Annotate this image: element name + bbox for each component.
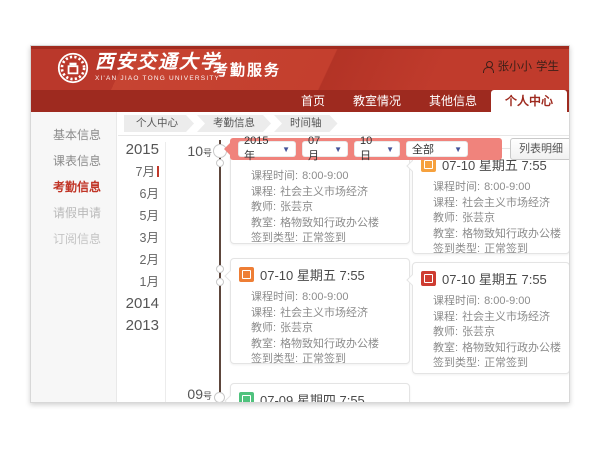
day-select[interactable]: 10日▼ bbox=[354, 141, 400, 157]
attendance-card[interactable]: 07-10 星期五 7:55 课程时间:8:00-9:00 课程:社会主义市场经… bbox=[412, 262, 569, 374]
card-body: 课程时间:8:00-9:00 课程:社会主义市场经济 教师:张芸京 教室:格物致… bbox=[413, 290, 569, 372]
timeline-month-3[interactable]: 3月 bbox=[118, 227, 159, 249]
current-month-tick bbox=[157, 166, 159, 177]
card-body: 课程时间:8:00-9:00 课程:社会主义市场经济 教师:张芸京 教室:格物致… bbox=[231, 286, 409, 368]
chevron-down-icon: ▼ bbox=[454, 145, 462, 154]
attendance-card[interactable]: 07-10 星期五 7:55 课程时间:8:00-9:00 课程:社会主义市场经… bbox=[230, 258, 410, 364]
sidebar-item-basic-info[interactable]: 基本信息 bbox=[31, 122, 116, 148]
timeline-month-2[interactable]: 2月 bbox=[118, 249, 159, 271]
card-title-row: 07-10 星期五 7:55 bbox=[231, 259, 409, 286]
nav-item-other-info[interactable]: 其他信息 bbox=[415, 90, 491, 112]
user-role: 学生 bbox=[536, 58, 559, 74]
nav-item-classrooms[interactable]: 教室情况 bbox=[339, 90, 415, 112]
card-title-row: 07-10 星期五 7:55 bbox=[413, 263, 569, 290]
sidebar-item-attendance-info[interactable]: 考勤信息 bbox=[31, 174, 116, 200]
nav-item-personal-center[interactable]: 个人中心 bbox=[491, 90, 567, 112]
sidebar-item-leave-request[interactable]: 请假申请 bbox=[31, 200, 116, 226]
app-window: 西安交通大学 XI'AN JIAO TONG UNIVERSITY 考勤服务 张… bbox=[30, 45, 570, 403]
attendance-card[interactable]: 07-10 星期五 7:55 课程时间:8:00-9:00 课程:社会主义市场经… bbox=[412, 148, 569, 254]
breadcrumb-timeline[interactable]: 时间轴 bbox=[274, 115, 338, 132]
card-body: 课程时间:8:00-9:00 课程:社会主义市场经济 教师:张芸京 教室:格物致… bbox=[413, 176, 569, 258]
sidebar: 基本信息 课表信息 考勤信息 请假申请 订阅信息 bbox=[31, 112, 117, 402]
attendance-card[interactable]: 07-09 星期四 7:55 bbox=[230, 383, 410, 402]
timeline-node-small-1[interactable] bbox=[216, 159, 224, 167]
sidebar-item-schedule-info[interactable]: 课表信息 bbox=[31, 148, 116, 174]
sidebar-item-subscription-info[interactable]: 订阅信息 bbox=[31, 226, 116, 252]
user-name: 张小小 bbox=[498, 58, 533, 74]
user-icon bbox=[483, 61, 494, 72]
app-header: 西安交通大学 XI'AN JIAO TONG UNIVERSITY 考勤服务 张… bbox=[31, 46, 569, 90]
card-title: 07-10 星期五 7:55 bbox=[442, 269, 547, 288]
header-top-strip bbox=[31, 46, 569, 49]
timeline-node-small-3[interactable] bbox=[216, 278, 224, 286]
chevron-down-icon: ▼ bbox=[334, 145, 342, 154]
timeline-month-5[interactable]: 5月 bbox=[118, 205, 159, 227]
month-select[interactable]: 07月▼ bbox=[302, 141, 348, 157]
year-select[interactable]: 2015年▼ bbox=[238, 141, 296, 157]
checkin-red-icon bbox=[421, 271, 436, 286]
university-name-cn: 西安交通大学 bbox=[95, 52, 221, 74]
day-marker-10: 10号 bbox=[168, 143, 212, 159]
timeline-year-2015[interactable]: 2015 bbox=[118, 139, 159, 161]
timeline-month-1[interactable]: 1月 bbox=[118, 271, 159, 293]
day-marker-09: 09号 bbox=[168, 386, 212, 402]
card-title-row: 07-09 星期四 7:55 bbox=[231, 384, 409, 402]
chevron-down-icon: ▼ bbox=[386, 145, 394, 154]
timeline-view: 2015 7月 6月 5月 3月 2月 1月 2014 2013 10号 bbox=[118, 136, 569, 402]
page: 西安交通大学 XI'AN JIAO TONG UNIVERSITY 考勤服务 张… bbox=[0, 0, 600, 450]
checkin-orange-icon bbox=[239, 267, 254, 282]
list-detail-button[interactable]: 列表明细 bbox=[510, 138, 569, 160]
nav-item-home[interactable]: 首页 bbox=[287, 90, 339, 112]
page-title: 考勤服务 bbox=[213, 59, 281, 80]
date-nav-divider bbox=[165, 142, 166, 402]
breadcrumb-personal-center[interactable]: 个人中心 bbox=[124, 115, 194, 132]
scope-select[interactable]: 全部▼ bbox=[406, 141, 468, 157]
breadcrumb-attendance-info[interactable]: 考勤信息 bbox=[197, 115, 271, 132]
timeline-month-6[interactable]: 6月 bbox=[118, 183, 159, 205]
user-info[interactable]: 张小小 学生 bbox=[483, 58, 560, 74]
timeline-year-2014[interactable]: 2014 bbox=[118, 293, 159, 315]
card-title: 07-09 星期四 7:55 bbox=[260, 390, 365, 402]
timeline-node-small-2[interactable] bbox=[216, 265, 224, 273]
breadcrumb: 个人中心 考勤信息 时间轴 bbox=[118, 112, 569, 136]
university-name-block: 西安交通大学 XI'AN JIAO TONG UNIVERSITY bbox=[95, 52, 221, 83]
main-nav: 首页 教室情况 其他信息 个人中心 bbox=[31, 90, 569, 112]
checkin-green-icon bbox=[239, 392, 254, 402]
date-filter-bar: 2015年▼ 07月▼ 10日▼ 全部▼ bbox=[230, 138, 502, 160]
university-name-en: XI'AN JIAO TONG UNIVERSITY bbox=[95, 74, 221, 83]
content-area: 个人中心 考勤信息 时间轴 2015 7月 6月 5月 3月 2月 1月 201… bbox=[118, 112, 569, 402]
card-title: 07-10 星期五 7:55 bbox=[260, 265, 365, 284]
chevron-down-icon: ▼ bbox=[282, 145, 290, 154]
university-logo-icon bbox=[57, 52, 89, 84]
timeline-year-2013[interactable]: 2013 bbox=[118, 315, 159, 337]
timeline-date-nav: 2015 7月 6月 5月 3月 2月 1月 2014 2013 bbox=[118, 139, 162, 337]
timeline-month-7-current[interactable]: 7月 bbox=[118, 161, 159, 183]
